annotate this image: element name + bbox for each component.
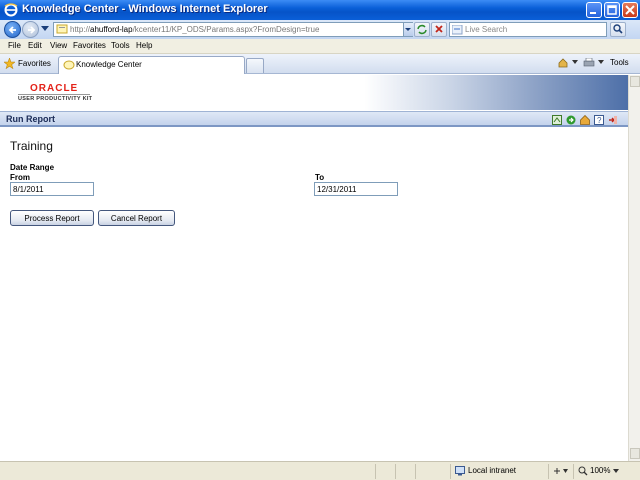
help-icon[interactable]: ?	[594, 115, 604, 125]
address-input[interactable]: http://ahufford-lap/kcenter11/KP_ODS/Par…	[53, 22, 413, 37]
stop-icon	[435, 25, 443, 33]
status-divider	[548, 464, 549, 479]
minimize-icon	[590, 12, 596, 14]
favorites-star-icon	[4, 58, 15, 69]
back-arrow-icon	[8, 26, 16, 34]
ie-logo-icon	[4, 3, 18, 17]
intranet-icon	[455, 466, 465, 476]
tab-page-icon	[63, 60, 75, 70]
to-date-input[interactable]	[314, 182, 398, 196]
svg-text:?: ?	[597, 116, 602, 125]
forward-button[interactable]	[22, 21, 39, 38]
status-divider	[395, 464, 396, 479]
page-icon	[56, 24, 68, 34]
from-label: From	[10, 173, 30, 182]
address-toolbar: http://ahufford-lap/kcenter11/KP_ODS/Par…	[0, 20, 640, 39]
status-divider	[375, 464, 376, 479]
home-button[interactable]	[558, 58, 568, 70]
vertical-scrollbar[interactable]	[628, 75, 640, 461]
chevron-down-icon	[405, 28, 411, 31]
recent-pages-dropdown-icon[interactable]	[41, 26, 49, 32]
cancel-report-button[interactable]: Cancel Report	[98, 210, 175, 226]
title-bar: Knowledge Center - Windows Internet Expl…	[0, 0, 640, 20]
back-button[interactable]	[4, 21, 21, 38]
search-icon	[613, 24, 623, 34]
tab-knowledge-center[interactable]: Knowledge Center	[58, 56, 245, 74]
report-toolbar: Run Report ?	[0, 111, 628, 127]
url-host: ahufford-lap	[90, 25, 133, 34]
menu-tools[interactable]: Tools	[111, 41, 130, 50]
refresh-icon	[417, 24, 427, 35]
url-path: /kcenter11/KP_ODS/Params.aspx?FromDesign…	[132, 25, 320, 34]
status-bar: Local intranet 100%	[0, 461, 640, 480]
banner: ORACLE USER PRODUCTIVITY KIT	[0, 75, 628, 110]
maximize-button[interactable]	[604, 2, 620, 18]
go-forward-icon[interactable]	[566, 115, 576, 125]
page-content: ORACLE USER PRODUCTIVITY KIT Run Report …	[0, 75, 628, 461]
home-icon	[558, 58, 568, 68]
address-dropdown-button[interactable]	[403, 23, 413, 36]
chevron-down-icon	[572, 60, 578, 64]
protected-mode-icon[interactable]	[553, 467, 569, 476]
from-date-input[interactable]	[10, 182, 94, 196]
window-title: Knowledge Center - Windows Internet Expl…	[22, 3, 268, 15]
chevron-down-icon	[598, 60, 604, 64]
menu-favorites[interactable]: Favorites	[73, 41, 106, 50]
print-icon	[583, 57, 595, 67]
date-range-label: Date Range	[10, 163, 55, 172]
browser-window: Knowledge Center - Windows Internet Expl…	[0, 0, 640, 480]
scroll-down-arrow[interactable]	[630, 448, 640, 459]
tab-label: Knowledge Center	[76, 60, 142, 69]
oracle-logo: ORACLE	[30, 83, 79, 94]
live-search-icon	[452, 25, 463, 35]
menu-file[interactable]: File	[8, 41, 21, 50]
status-divider	[573, 464, 574, 479]
menu-view[interactable]: View	[50, 41, 67, 50]
stop-button[interactable]	[431, 22, 447, 37]
forward-arrow-icon	[28, 26, 36, 34]
scroll-up-arrow[interactable]	[630, 76, 640, 87]
export-icon[interactable]	[552, 115, 562, 125]
report-title: Training	[10, 139, 53, 153]
favorites-label: Favorites	[18, 59, 51, 68]
search-input[interactable]: Live Search	[449, 22, 607, 37]
tools-button[interactable]: Tools	[610, 58, 629, 67]
zoom-dropdown-icon[interactable]	[613, 469, 619, 474]
zoom-level[interactable]: 100%	[590, 466, 610, 475]
product-name: USER PRODUCTIVITY KIT	[18, 96, 93, 102]
close-icon	[625, 5, 635, 15]
menu-bar: File Edit View Favorites Tools Help	[0, 39, 640, 54]
logo-divider	[18, 94, 90, 95]
favorites-bar: Favorites Knowledge Center Tools	[0, 54, 640, 74]
print-button[interactable]	[583, 57, 595, 70]
refresh-button[interactable]	[414, 22, 430, 37]
minimize-button[interactable]	[586, 2, 602, 18]
url-prefix: http://	[70, 25, 91, 34]
process-report-button[interactable]: Process Report	[10, 210, 94, 226]
new-tab-button[interactable]	[246, 58, 264, 73]
status-divider	[415, 464, 416, 479]
menu-edit[interactable]: Edit	[28, 41, 42, 50]
to-label: To	[315, 173, 325, 182]
favorites-button[interactable]: Favorites	[4, 57, 51, 71]
security-zone: Local intranet	[468, 466, 517, 475]
search-placeholder: Live Search	[465, 25, 508, 34]
status-divider	[450, 464, 451, 479]
menu-help[interactable]: Help	[136, 41, 152, 50]
exit-icon[interactable]	[608, 115, 618, 125]
home-icon[interactable]	[580, 115, 590, 125]
home-dropdown[interactable]	[572, 58, 578, 67]
zoom-icon	[578, 466, 588, 476]
close-button[interactable]	[622, 2, 638, 18]
maximize-icon	[607, 5, 617, 15]
print-dropdown[interactable]	[598, 58, 604, 67]
search-button[interactable]	[610, 22, 626, 37]
page-heading: Run Report	[6, 114, 55, 124]
